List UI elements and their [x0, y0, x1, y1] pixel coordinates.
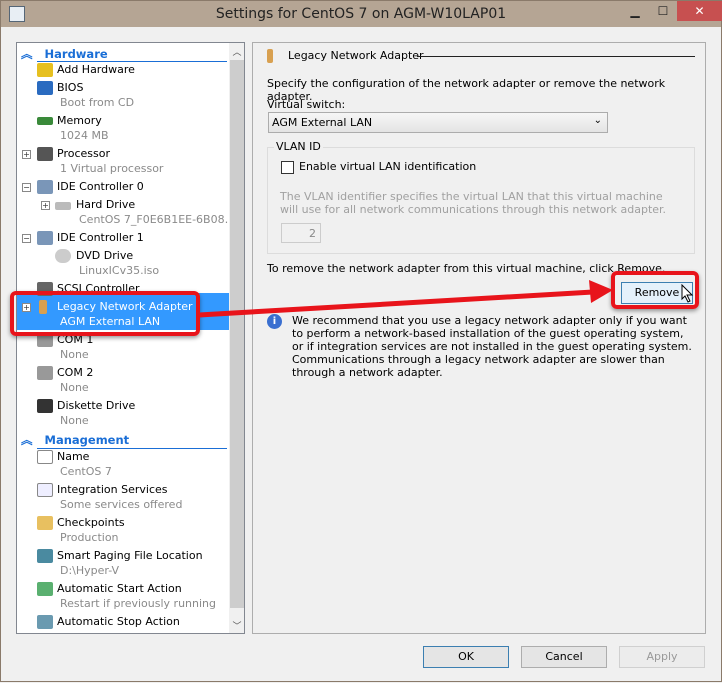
annotation-arrow [198, 280, 613, 318]
mouse-cursor-icon [681, 284, 694, 303]
settings-window: Settings for CentOS 7 on AGM-W10LAP01 ▁ … [0, 0, 722, 682]
